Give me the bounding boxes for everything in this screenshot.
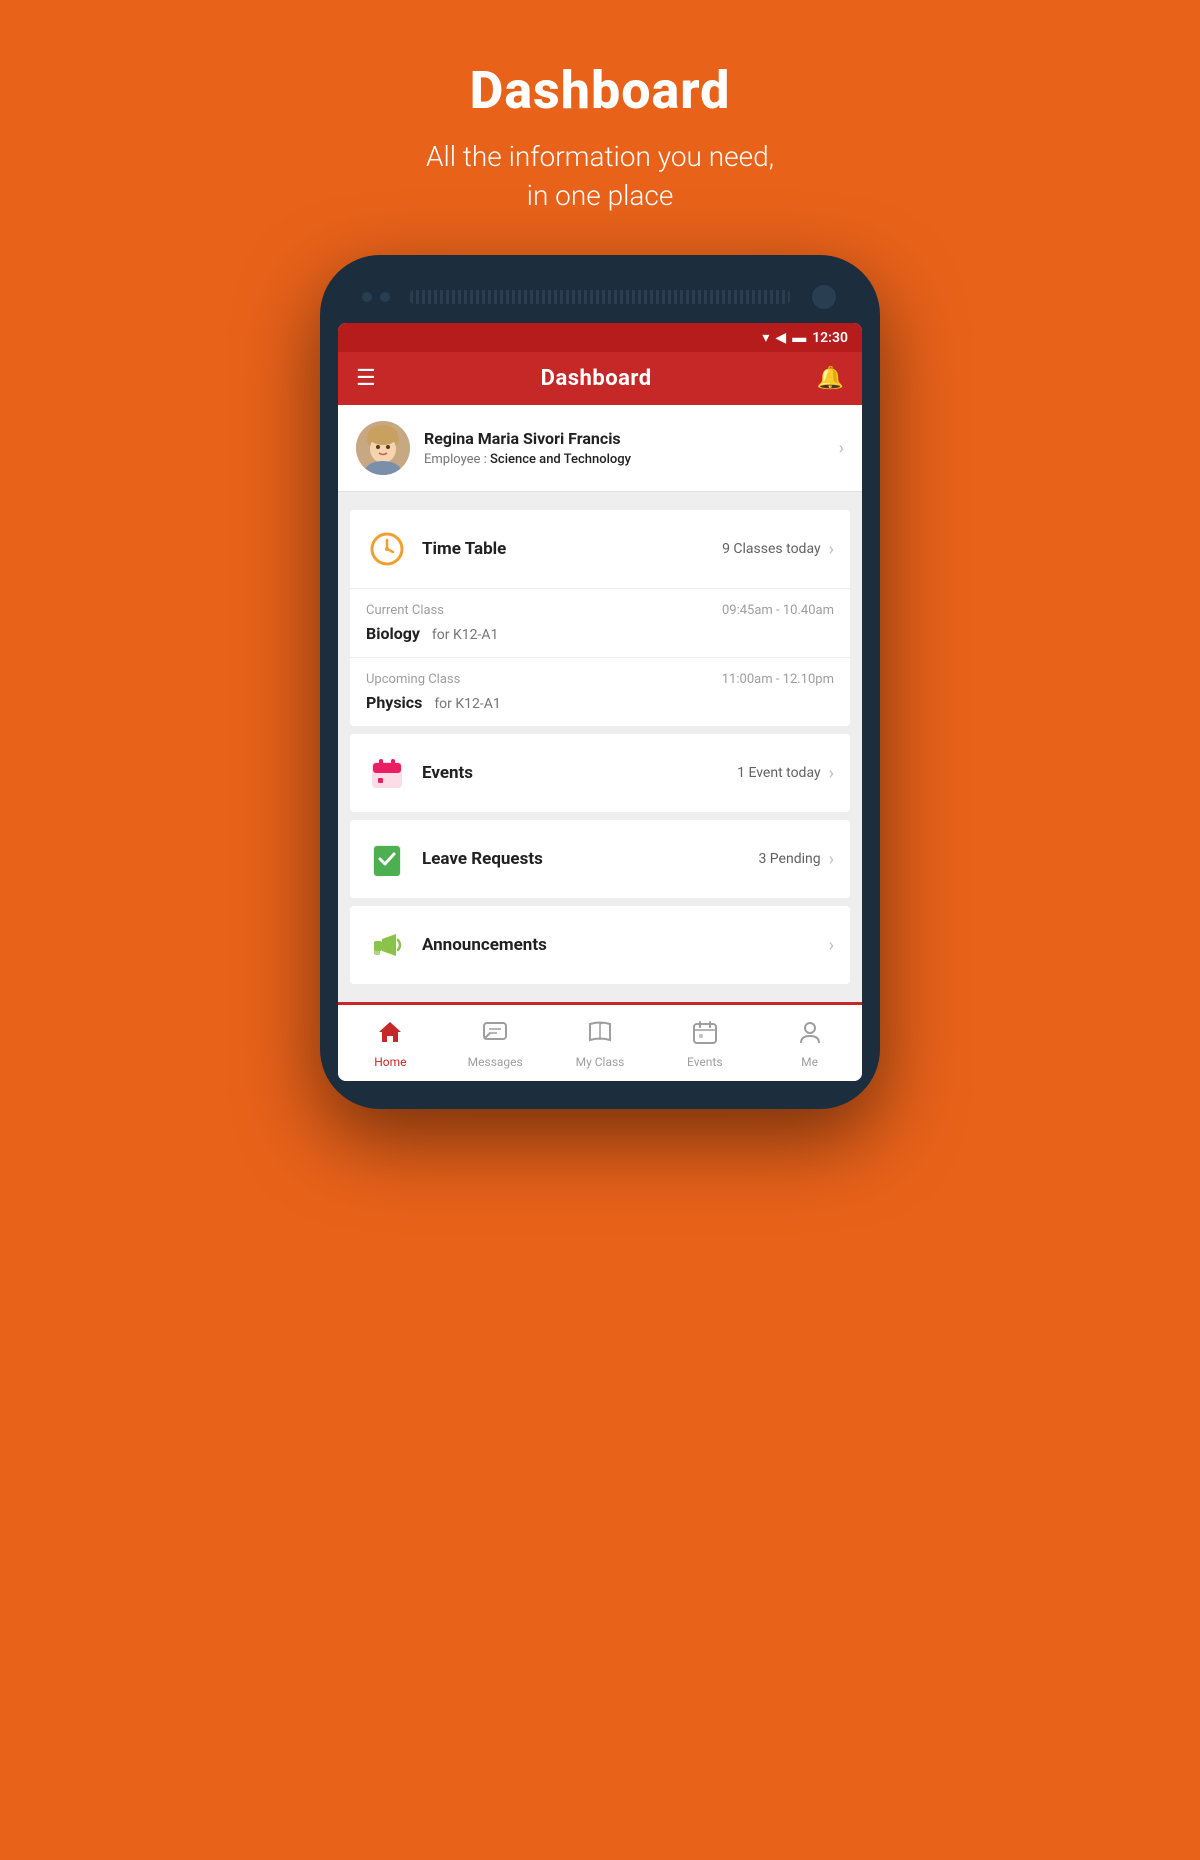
timetable-card: Time Table 9 Classes today › Current Cla… — [350, 510, 850, 726]
timetable-chevron-icon: › — [829, 539, 834, 560]
page-title: Dashboard — [426, 60, 774, 121]
phone-speaker-grille — [410, 290, 790, 304]
upcoming-class-type-label: Upcoming Class — [366, 672, 460, 687]
events-card-header[interactable]: Events 1 Event today › — [350, 734, 850, 812]
avatar-svg — [356, 421, 410, 475]
user-name: Regina Maria Sivori Francis — [424, 429, 839, 448]
events-card: Events 1 Event today › — [350, 734, 850, 812]
nav-label-myclass: My Class — [576, 1055, 625, 1069]
nav-label-me: Me — [801, 1055, 818, 1069]
speaker-dot-2 — [380, 292, 390, 302]
nav-item-events[interactable]: Events — [652, 1015, 757, 1073]
speaker-dot-1 — [362, 292, 372, 302]
nav-item-myclass[interactable]: My Class — [548, 1015, 653, 1073]
notification-bell-icon[interactable]: 🔔 — [817, 366, 844, 391]
leave-requests-count: 3 Pending — [758, 851, 820, 867]
user-role-value: Science and Technology — [490, 452, 631, 467]
upcoming-class-item: Upcoming Class 11:00am - 12.10pm Physics… — [350, 657, 850, 726]
messages-icon — [482, 1019, 508, 1051]
upcoming-class-header: Upcoming Class 11:00am - 12.10pm — [366, 672, 834, 687]
user-info: Regina Maria Sivori Francis Employee : S… — [424, 429, 839, 467]
nav-label-events: Events — [687, 1055, 723, 1069]
page-subtitle: All the information you need, in one pla… — [426, 137, 774, 215]
nav-item-me[interactable]: Me — [757, 1015, 862, 1073]
announcements-label: Announcements — [422, 935, 821, 955]
status-bar: ▾ ◀ ▬ 12:30 — [338, 323, 862, 352]
upcoming-class-subject: Physics — [366, 693, 422, 712]
phone-screen: ▾ ◀ ▬ 12:30 ☰ Dashboard 🔔 — [338, 323, 862, 1081]
phone-speaker-dots — [362, 292, 390, 302]
current-class-type-label: Current Class — [366, 603, 444, 618]
calendar-icon — [366, 752, 408, 794]
upcoming-class-group: for K12-A1 — [434, 696, 500, 712]
cards-area: Time Table 9 Classes today › Current Cla… — [338, 492, 862, 1002]
events-label: Events — [422, 763, 737, 783]
current-class-group: for K12-A1 — [432, 627, 498, 643]
phone-top-bar — [338, 283, 862, 323]
current-class-subject-row: Biology for K12-A1 — [366, 624, 834, 643]
announcements-card-header[interactable]: Announcements › — [350, 906, 850, 984]
timetable-card-header[interactable]: Time Table 9 Classes today › — [350, 510, 850, 588]
leave-requests-card: Leave Requests 3 Pending › — [350, 820, 850, 898]
bottom-navigation: Home Messages — [338, 1002, 862, 1081]
app-bar-title: Dashboard — [541, 366, 652, 391]
announce-icon — [366, 924, 408, 966]
page-header: Dashboard All the information you need, … — [426, 0, 774, 255]
events-count: 1 Event today — [737, 765, 820, 781]
signal-icon: ◀ — [775, 330, 786, 346]
timetable-label: Time Table — [422, 539, 722, 559]
phone-camera — [810, 283, 838, 311]
leave-requests-chevron-icon: › — [829, 849, 834, 870]
current-class-time: 09:45am - 10.40am — [722, 603, 834, 618]
battery-icon: ▬ — [792, 329, 806, 346]
app-bar: ☰ Dashboard 🔔 — [338, 352, 862, 405]
home-icon — [377, 1019, 403, 1051]
nav-item-messages[interactable]: Messages — [443, 1015, 548, 1073]
myclass-icon — [587, 1019, 613, 1051]
clock-icon — [366, 528, 408, 570]
upcoming-class-time: 11:00am - 12.10pm — [722, 672, 834, 687]
leave-icon — [366, 838, 408, 880]
current-class-subject: Biology — [366, 624, 420, 643]
phone-device: ▾ ◀ ▬ 12:30 ☰ Dashboard 🔔 — [320, 255, 880, 1109]
status-icons: ▾ ◀ ▬ 12:30 — [762, 329, 848, 346]
nav-label-home: Home — [374, 1055, 406, 1069]
timetable-count: 9 Classes today — [722, 541, 821, 557]
nav-label-messages: Messages — [468, 1055, 523, 1069]
events-nav-icon — [692, 1019, 718, 1051]
leave-requests-card-header[interactable]: Leave Requests 3 Pending › — [350, 820, 850, 898]
me-icon — [797, 1019, 823, 1051]
hamburger-icon[interactable]: ☰ — [356, 366, 376, 391]
nav-item-home[interactable]: Home — [338, 1015, 443, 1073]
leave-requests-label: Leave Requests — [422, 849, 758, 869]
status-time: 12:30 — [812, 330, 848, 346]
announcements-chevron-icon: › — [829, 935, 834, 956]
announcements-card: Announcements › — [350, 906, 850, 984]
current-class-header: Current Class 09:45am - 10.40am — [366, 603, 834, 618]
events-chevron-icon: › — [829, 763, 834, 784]
avatar — [356, 421, 410, 475]
user-role: Employee : Science and Technology — [424, 452, 839, 467]
upcoming-class-subject-row: Physics for K12-A1 — [366, 693, 834, 712]
wifi-icon: ▾ — [762, 330, 769, 346]
current-class-item: Current Class 09:45am - 10.40am Biology … — [350, 588, 850, 657]
user-card[interactable]: Regina Maria Sivori Francis Employee : S… — [338, 405, 862, 492]
user-card-chevron-icon: › — [839, 438, 844, 459]
